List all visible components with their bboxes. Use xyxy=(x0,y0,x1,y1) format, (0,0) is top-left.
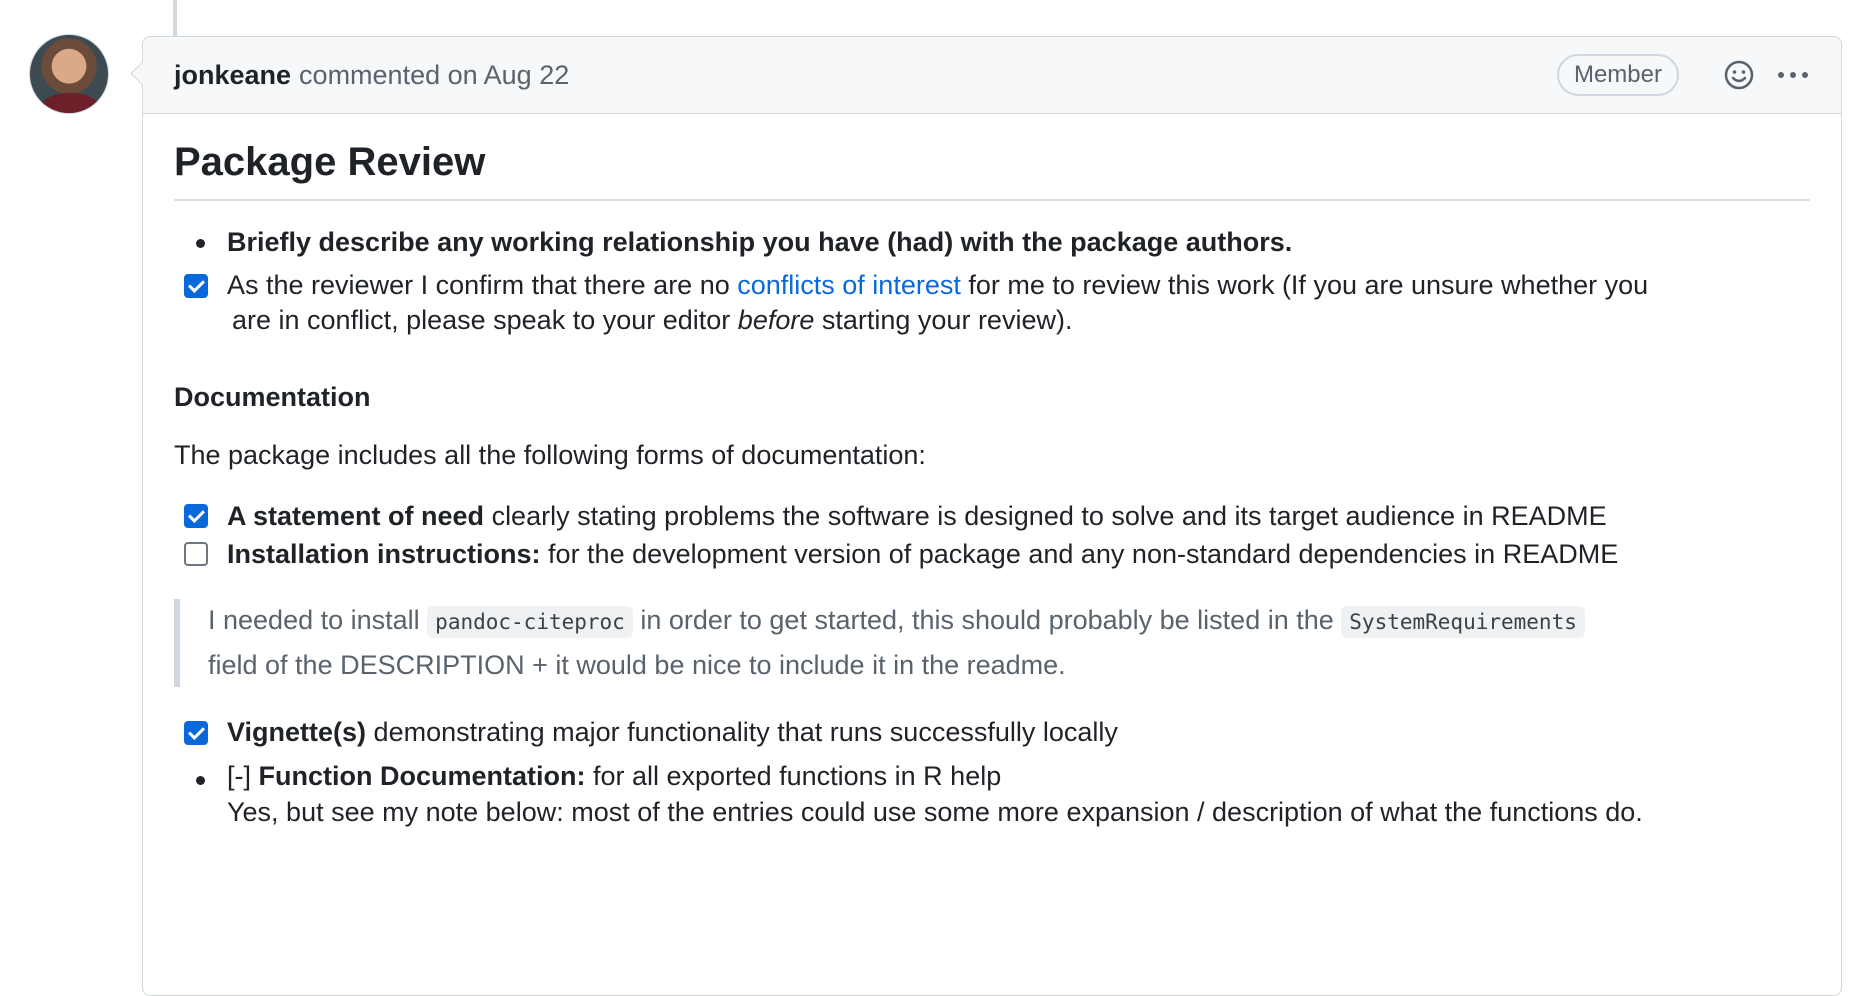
quote-line-1: I needed to install pandoc-citeproc in o… xyxy=(208,599,1810,644)
smiley-icon[interactable] xyxy=(1719,55,1759,95)
conflicts-of-interest-link[interactable]: conflicts of interest xyxy=(737,270,961,300)
review-intro-list: Briefly describe any working relationshi… xyxy=(174,221,1810,307)
comment-box: jonkeane commented on Aug 22 Member Pack… xyxy=(142,36,1842,996)
checkbox-checked[interactable] xyxy=(184,721,208,745)
relationship-prompt: Briefly describe any working relationshi… xyxy=(227,227,1293,257)
task-text: for the development version of package a… xyxy=(548,539,1619,569)
coi-text-before: As the reviewer I confirm that there are… xyxy=(227,270,730,300)
coi-line2-text: are in conflict, please speak to your ed… xyxy=(232,305,731,335)
documentation-intro: The package includes all the following f… xyxy=(174,440,926,470)
inline-code-pandoc-citeproc: pandoc-citeproc xyxy=(427,606,633,638)
avatar[interactable] xyxy=(29,34,109,114)
timeline-connector xyxy=(173,0,177,36)
coi-line2-end: starting your review). xyxy=(821,305,1073,335)
quote-line-2: field of the DESCRIPTION + it would be n… xyxy=(208,650,1066,680)
task-item-vignette: Vignette(s) demonstrating major function… xyxy=(174,711,1810,754)
task-text: demonstrating major functionality that r… xyxy=(373,717,1118,747)
checkbox-checked[interactable] xyxy=(184,504,208,528)
documentation-task-list: A statement of need clearly stating prob… xyxy=(174,497,1810,573)
comment-author[interactable]: jonkeane xyxy=(174,60,291,91)
task-bold-label: Vignette(s) xyxy=(227,717,367,747)
documentation-heading: Documentation xyxy=(174,382,371,412)
coi-text-after: for me to review this work (If you are u… xyxy=(968,270,1649,300)
checkbox-unchecked[interactable] xyxy=(184,542,208,566)
inline-code-systemrequirements: SystemRequirements xyxy=(1341,606,1585,638)
task-bold-label: Installation instructions: xyxy=(227,539,541,569)
kebab-menu-icon[interactable] xyxy=(1773,55,1813,95)
coi-line2-emphasis: before xyxy=(737,305,815,335)
list-item: Briefly describe any working relationshi… xyxy=(174,221,1810,264)
more-tasks-list: Vignette(s) demonstrating major function… xyxy=(174,711,1810,830)
list-item-function-docs: [-] Function Documentation: for all expo… xyxy=(174,758,1810,830)
comment-actions: Member xyxy=(1556,54,1813,96)
comment-body: Package Review Briefly describe any work… xyxy=(143,114,1841,830)
task-text: for all exported functions in R help xyxy=(593,761,1002,791)
partial-marker: [-] xyxy=(227,761,251,791)
function-docs-note: Yes, but see my note below: most of the … xyxy=(227,797,1643,827)
member-badge: Member xyxy=(1556,54,1679,96)
avatar-shirt xyxy=(40,93,100,113)
checkbox-checked[interactable] xyxy=(184,274,208,298)
task-item-statement-of-need: A statement of need clearly stating prob… xyxy=(174,497,1810,535)
quote-text: in order to get started, this should pro… xyxy=(640,605,1334,635)
task-item-installation: Installation instructions: for the devel… xyxy=(174,535,1810,573)
comment-timestamp[interactable]: commented on Aug 22 xyxy=(299,60,569,91)
package-review-heading: Package Review xyxy=(174,140,1810,201)
task-bold-label: A statement of need xyxy=(227,501,485,531)
task-bold-label: Function Documentation: xyxy=(258,761,586,791)
install-note-quote: I needed to install pandoc-citeproc in o… xyxy=(174,599,1810,687)
quote-text: I needed to install xyxy=(208,605,420,635)
comment-header: jonkeane commented on Aug 22 Member xyxy=(143,37,1841,114)
task-text: clearly stating problems the software is… xyxy=(491,501,1607,531)
task-item-coi: As the reviewer I confirm that there are… xyxy=(174,264,1810,307)
